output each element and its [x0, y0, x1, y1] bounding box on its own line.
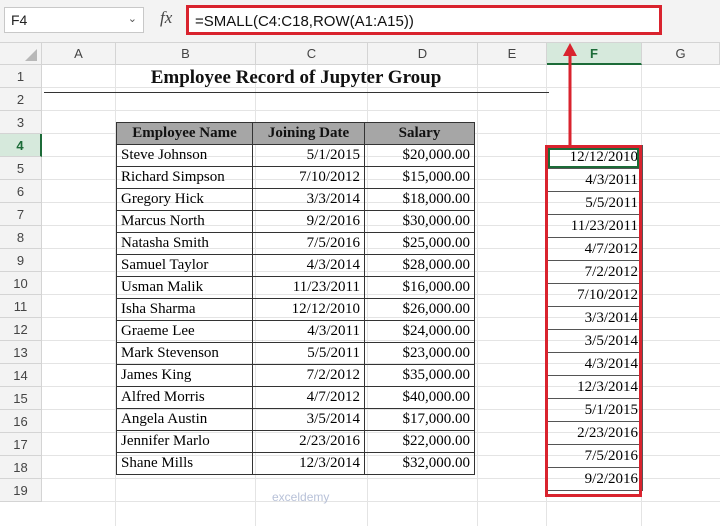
red-arrow-annotation — [563, 43, 577, 146]
